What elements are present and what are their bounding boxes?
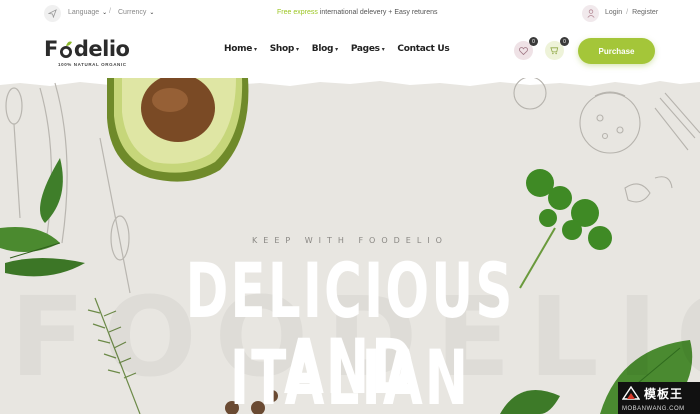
logo-text-start: F: [44, 37, 58, 61]
nav-blog[interactable]: Blog ▾: [312, 44, 338, 54]
top-bar: Language ⌄ / Currency ⌄ Free express int…: [0, 0, 700, 28]
auth-separator: /: [626, 9, 629, 16]
logo-tagline: 100% NATURAL ORGANIC: [58, 62, 127, 67]
user-icon[interactable]: [582, 5, 599, 22]
currency-selector[interactable]: Currency ⌄: [118, 9, 154, 16]
logo-text-end: delio: [73, 37, 130, 61]
wishlist-button[interactable]: 0: [514, 37, 538, 60]
chevron-down-icon: ▾: [296, 45, 299, 53]
login-link[interactable]: Login: [605, 9, 622, 16]
cart-count-badge: 0: [560, 37, 569, 46]
nav-contact-label: Contact Us: [397, 44, 450, 54]
chevron-down-icon: ▾: [381, 45, 385, 53]
promo-rest: international delevery + Easy returens: [317, 9, 438, 16]
language-label: Language: [68, 9, 100, 16]
nav-home-label: Home: [224, 44, 252, 54]
site-watermark-cn: 模板王: [644, 387, 684, 401]
main-header: F delio 100% NATURAL ORGANIC Home ▾ Shop…: [0, 28, 700, 78]
auth-links: Login / Register: [605, 9, 658, 16]
main-nav: Home ▾ Shop ▾ Blog ▾ Pages ▾ Contact Us: [224, 44, 450, 54]
currency-label: Currency: [118, 9, 147, 16]
register-link[interactable]: Register: [632, 9, 658, 16]
site-watermark-en: MOBANWANG.COM: [622, 406, 685, 412]
nav-shop[interactable]: Shop ▾: [270, 44, 299, 54]
wishlist-count-badge: 0: [529, 37, 538, 46]
nav-pages-label: Pages: [350, 44, 380, 54]
nav-pages[interactable]: Pages ▾: [351, 44, 385, 54]
chevron-down-icon: ⌄: [149, 10, 155, 16]
language-selector[interactable]: Language ⌄: [68, 9, 107, 16]
promo-text: Free express international delevery + Ea…: [277, 9, 438, 16]
logo[interactable]: F delio 100% NATURAL ORGANIC: [44, 37, 130, 67]
nav-blog-label: Blog: [311, 44, 334, 54]
purchase-button[interactable]: Purchase: [578, 38, 655, 64]
hero-title-line2: ITALIAN: [229, 333, 471, 414]
nav-contact[interactable]: Contact Us: [397, 44, 449, 54]
chevron-down-icon: ▾: [254, 45, 257, 53]
promo-highlight: Free express: [277, 9, 318, 16]
cart-button[interactable]: 0: [545, 37, 569, 60]
site-logo-icon: [622, 386, 640, 400]
cart-icon: [550, 42, 559, 60]
hero-banner: FOODELIO KEEP WITH FOODELIO DELICIOUS AN…: [0, 78, 700, 414]
leaf-icon: [59, 40, 73, 58]
hero-tagline: KEEP WITH FOODELIO: [252, 236, 448, 245]
site-watermark: 模板王 MOBANWANG.COM: [618, 382, 700, 414]
nav-home[interactable]: Home ▾: [224, 44, 257, 54]
chevron-down-icon: ⌄: [102, 10, 108, 16]
nav-shop-label: Shop: [269, 44, 295, 54]
heart-icon: [519, 42, 528, 60]
topbar-separator: /: [109, 8, 111, 15]
send-icon[interactable]: [44, 5, 61, 22]
chevron-down-icon: ▾: [335, 45, 338, 53]
